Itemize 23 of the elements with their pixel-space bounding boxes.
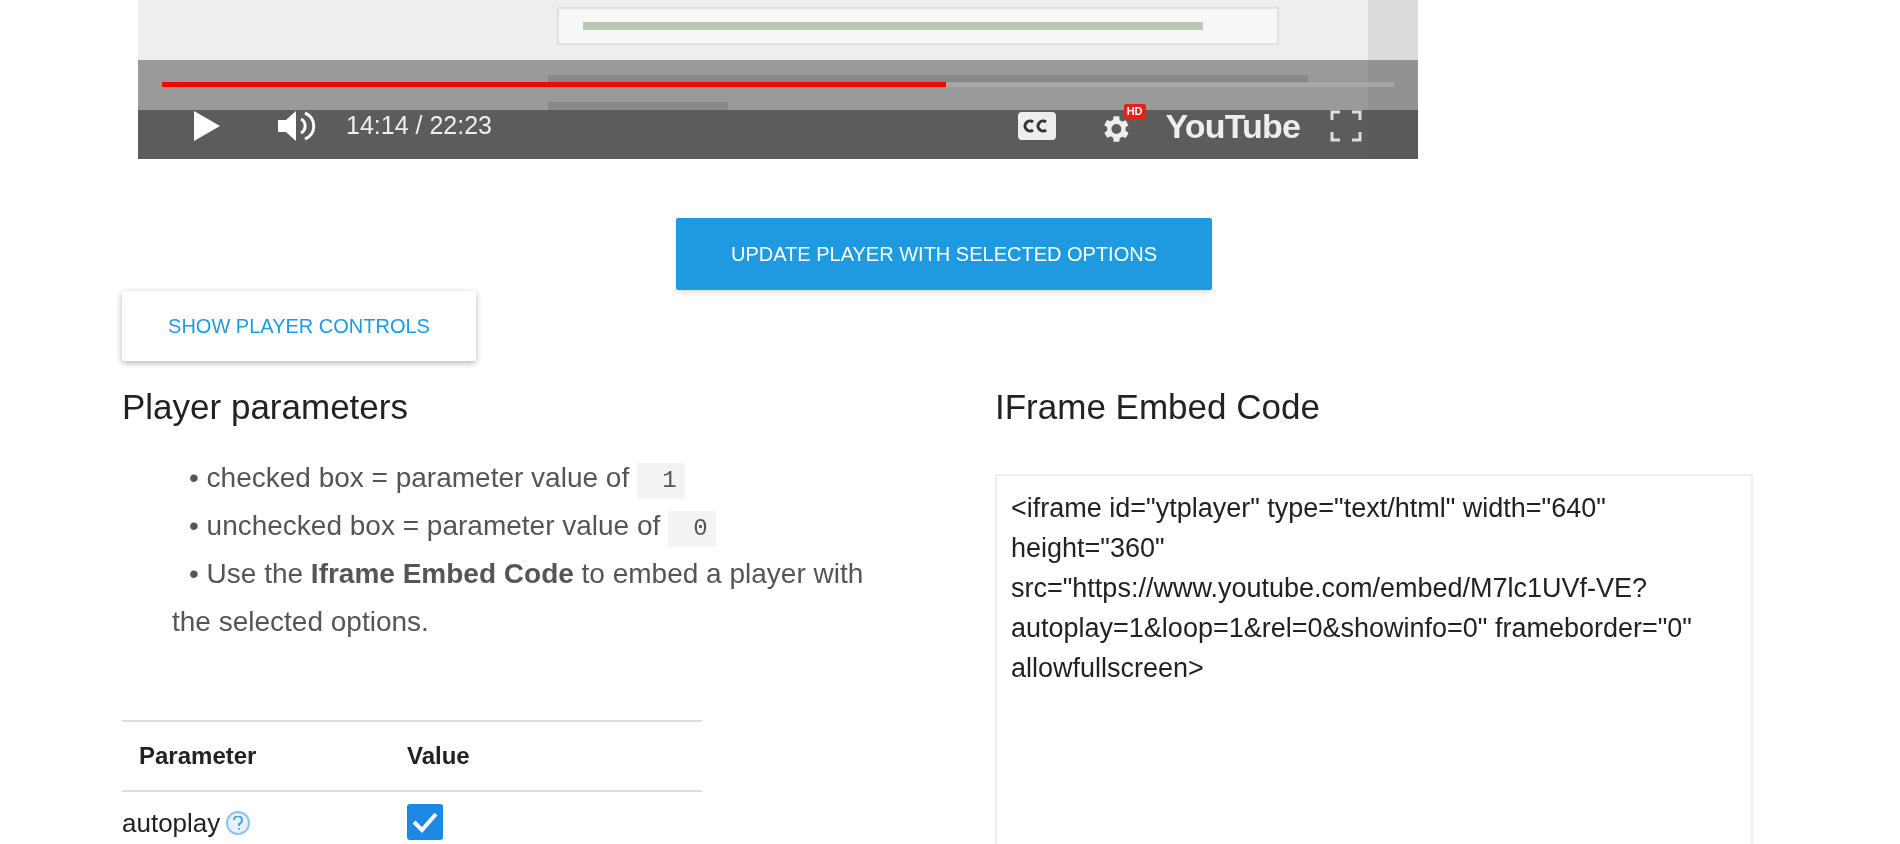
show-player-controls-button[interactable]: SHOW PLAYER CONTROLS [122, 291, 476, 361]
fullscreen-icon[interactable] [1330, 110, 1362, 142]
note-text: • Use the Iframe Embed Code to embed a player with the selected options. [172, 556, 865, 639]
embed-code-box[interactable]: <iframe id="ytplayer" type="text/html" width="640" height="360" src="https://www.youtube.com/embed/M7lc1UVf-VE?autoplay=1&loop=1&rel=0&showinfo=0" frameborder="0" allowfullscreen> [995, 473, 1753, 844]
code-value: 0 [668, 510, 716, 547]
parameter-name: autoplay [122, 806, 221, 840]
play-icon[interactable] [194, 111, 220, 141]
value-checkbox[interactable] [407, 803, 443, 840]
code-value: 1 [637, 462, 685, 499]
time-display: 14:14 / 22:23 [346, 110, 492, 142]
help-icon[interactable] [226, 811, 251, 835]
note-text: • unchecked box = parameter value of 0 [172, 501, 902, 550]
section-heading: Player parameters [122, 386, 409, 428]
section-heading: IFrame Embed Code [995, 386, 1321, 428]
volume-icon[interactable] [278, 109, 318, 143]
note-text: • checked box = parameter value of 1 [172, 453, 902, 502]
captions-icon[interactable] [1017, 112, 1056, 140]
logo: YouTube [1165, 105, 1300, 147]
hd-badge: HD [1123, 104, 1146, 119]
column-header: Value [407, 720, 702, 791]
progress-track[interactable] [162, 82, 1394, 87]
column-header: Parameter [122, 720, 407, 791]
update-player-button[interactable]: UPDATE PLAYER WITH SELECTED OPTIONS [676, 218, 1212, 290]
